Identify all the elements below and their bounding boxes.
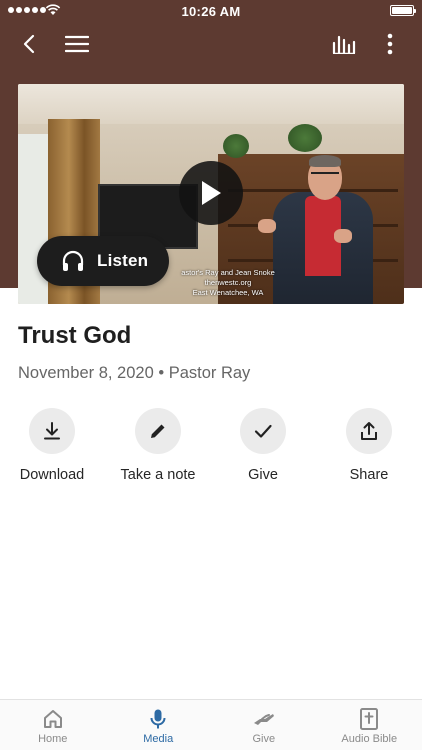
more-vertical-icon bbox=[387, 33, 393, 55]
give-hand-icon bbox=[253, 714, 274, 725]
play-button[interactable] bbox=[179, 161, 243, 225]
more-options-button[interactable] bbox=[374, 28, 406, 60]
bible-icon bbox=[360, 708, 379, 730]
nav-audio-bible[interactable]: Audio Bible bbox=[317, 700, 422, 750]
listen-label: Listen bbox=[97, 251, 149, 270]
menu-icon bbox=[65, 35, 89, 53]
check-icon bbox=[254, 424, 272, 438]
play-icon bbox=[202, 181, 221, 205]
status-time: 10:26 AM bbox=[181, 4, 241, 19]
download-label: Download bbox=[19, 467, 85, 483]
sermon-subtitle: November 8, 2020 • Pastor Ray bbox=[18, 364, 251, 382]
bottom-nav: Home Media Give Audio Bible bbox=[0, 699, 422, 750]
action-row: Download Take a note Give Share bbox=[0, 408, 422, 488]
listen-button[interactable]: Listen bbox=[37, 236, 169, 286]
share-label: Share bbox=[349, 467, 389, 483]
download-button[interactable]: Download bbox=[0, 408, 107, 483]
menu-button[interactable] bbox=[61, 28, 93, 60]
take-note-button[interactable]: Take a note bbox=[103, 408, 213, 483]
nav-give[interactable]: Give bbox=[211, 700, 317, 750]
share-button[interactable]: Share bbox=[314, 408, 422, 483]
nav-media[interactable]: Media bbox=[106, 700, 212, 750]
download-icon bbox=[44, 422, 60, 440]
back-icon bbox=[23, 34, 35, 54]
audio-bars-icon bbox=[332, 35, 356, 54]
give-action-label: Give bbox=[248, 467, 278, 483]
sermon-title: Trust God bbox=[18, 322, 132, 349]
nav-audio-bible-label: Audio Bible bbox=[341, 733, 398, 745]
battery-icon bbox=[390, 5, 416, 16]
video-caption: astor's Ray and Jean Snoke thenwestc.org… bbox=[181, 268, 275, 297]
nav-give-label: Give bbox=[252, 733, 276, 745]
nav-home-label: Home bbox=[38, 733, 68, 745]
microphone-icon bbox=[150, 709, 166, 729]
give-action-button[interactable]: Give bbox=[208, 408, 318, 483]
nav-media-label: Media bbox=[143, 733, 174, 745]
audio-levels-button[interactable] bbox=[328, 28, 360, 60]
nav-home[interactable]: Home bbox=[0, 700, 106, 750]
back-button[interactable] bbox=[14, 28, 46, 60]
take-note-label: Take a note bbox=[120, 467, 196, 483]
share-icon bbox=[361, 422, 377, 440]
top-bar bbox=[0, 22, 422, 66]
status-bar: 10:26 AM bbox=[0, 0, 422, 22]
headphones-icon bbox=[62, 250, 84, 271]
home-icon bbox=[43, 710, 62, 728]
pencil-icon bbox=[151, 424, 165, 438]
